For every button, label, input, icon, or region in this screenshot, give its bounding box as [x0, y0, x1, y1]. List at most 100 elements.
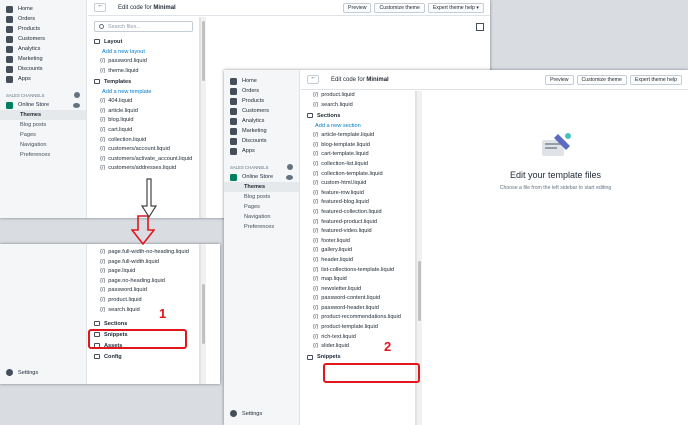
fullscreen-icon[interactable] [476, 23, 484, 31]
nav-orders[interactable]: Orders [0, 14, 86, 24]
eye-icon[interactable] [73, 102, 80, 108]
file-item[interactable]: customers/activate_account.liquid [88, 155, 199, 165]
add-layout-link[interactable]: Add a new layout [88, 47, 199, 57]
nav-blog-posts[interactable]: Blog posts [224, 192, 299, 202]
nav-navigation[interactable]: Navigation [224, 212, 299, 222]
nav-analytics[interactable]: Analytics [0, 44, 86, 54]
scroll-thumb[interactable] [418, 261, 421, 321]
file-item[interactable]: featured-blog.liquid [301, 198, 415, 208]
nav-themes[interactable]: Themes [224, 182, 299, 192]
file-item[interactable]: customers/addresses.liquid [88, 164, 199, 174]
file-item[interactable]: collection-list.liquid [301, 160, 415, 170]
add-channel-icon[interactable] [74, 92, 80, 98]
nav-pages[interactable]: Pages [0, 130, 86, 140]
folder-sections[interactable]: Sections [301, 110, 415, 121]
file-item[interactable]: customers/account.liquid [88, 145, 199, 155]
add-channel-icon[interactable] [287, 164, 293, 170]
file-item[interactable]: header.liquid [301, 256, 415, 266]
customize-theme-button[interactable]: Customize theme [374, 3, 425, 13]
file-item[interactable]: search.liquid [88, 306, 199, 316]
eye-icon[interactable] [286, 174, 293, 180]
file-item[interactable]: featured-video.liquid [301, 227, 415, 237]
nav-settings[interactable]: Settings [224, 410, 262, 417]
file-item[interactable]: page.full-width-no-heading.liquid [88, 248, 199, 258]
file-item[interactable]: password.liquid [88, 57, 199, 67]
file-scrollbar[interactable] [200, 17, 206, 218]
file-item[interactable]: featured-collection.liquid [301, 208, 415, 218]
file-item[interactable]: password.liquid [88, 286, 199, 296]
file-item[interactable]: 404.liquid [88, 97, 199, 107]
preview-button[interactable]: Preview [343, 3, 372, 13]
file-item[interactable]: product.liquid [301, 91, 415, 101]
file-item[interactable]: collection-template.liquid [301, 170, 415, 180]
nav-pages[interactable]: Pages [224, 202, 299, 212]
customize-theme-button[interactable]: Customize theme [576, 75, 627, 85]
nav-apps[interactable]: Apps [224, 146, 299, 156]
file-item[interactable]: page.full-width.liquid [88, 258, 199, 268]
nav-analytics[interactable]: Analytics [224, 116, 299, 126]
nav-marketing[interactable]: Marketing [0, 54, 86, 64]
file-item[interactable]: slider.liquid [301, 342, 415, 352]
file-search-input[interactable]: Search files... [94, 21, 193, 32]
file-item[interactable]: product-template.liquid [301, 323, 415, 333]
file-item[interactable]: article-template.liquid [301, 131, 415, 141]
nav-customers[interactable]: Customers [224, 106, 299, 116]
nav-customers[interactable]: Customers [0, 34, 86, 44]
add-template-link[interactable]: Add a new template [88, 87, 199, 97]
nav-preferences[interactable]: Preferences [0, 150, 86, 160]
nav-navigation[interactable]: Navigation [0, 140, 86, 150]
file-item[interactable]: blog-template.liquid [301, 141, 415, 151]
file-item[interactable]: theme.liquid [88, 67, 199, 77]
expert-help-button[interactable]: Expert theme help [629, 75, 682, 85]
file-scrollbar-2[interactable] [200, 244, 206, 384]
nav-themes[interactable]: Themes [0, 110, 86, 120]
back-button[interactable] [307, 74, 319, 84]
file-item[interactable]: password-header.liquid [301, 304, 415, 314]
file-item[interactable]: product.liquid [88, 296, 199, 306]
file-item[interactable]: cart.liquid [88, 126, 199, 136]
scroll-thumb[interactable] [202, 284, 205, 344]
nav-preferences[interactable]: Preferences [224, 222, 299, 232]
file-item[interactable]: footer.liquid [301, 237, 415, 247]
scroll-thumb[interactable] [202, 21, 205, 81]
nav-discounts[interactable]: Discounts [0, 64, 86, 74]
file-item[interactable]: article.liquid [88, 107, 199, 117]
preview-button[interactable]: Preview [545, 75, 574, 85]
nav-marketing[interactable]: Marketing [224, 126, 299, 136]
add-section-link[interactable]: Add a new section [301, 121, 415, 131]
nav-online-store[interactable]: Online Store [0, 100, 86, 110]
file-item[interactable]: password-content.liquid [301, 294, 415, 304]
file-item[interactable]: page.liquid [88, 267, 199, 277]
file-item[interactable]: cart-template.liquid [301, 150, 415, 160]
nav-discounts[interactable]: Discounts [224, 136, 299, 146]
nav-products[interactable]: Products [224, 96, 299, 106]
file-item[interactable]: custom-html.liquid [301, 179, 415, 189]
file-item[interactable]: map.liquid [301, 275, 415, 285]
file-item[interactable]: list-collections-template.liquid [301, 266, 415, 276]
nav-online-store[interactable]: Online Store [224, 172, 299, 182]
folder-snippets[interactable]: Snippets [301, 352, 415, 363]
file-item[interactable]: featured-product.liquid [301, 218, 415, 228]
nav-blog-posts[interactable]: Blog posts [0, 120, 86, 130]
file-item[interactable]: feature-row.liquid [301, 189, 415, 199]
nav-orders[interactable]: Orders [224, 86, 299, 96]
folder-templates[interactable]: Templates [88, 76, 199, 87]
nav-home[interactable]: Home [224, 76, 299, 86]
file-item[interactable]: page.no-heading.liquid [88, 277, 199, 287]
folder-layout[interactable]: Layout [88, 36, 199, 47]
nav-apps[interactable]: Apps [0, 74, 86, 84]
file-item[interactable]: collection.liquid [88, 136, 199, 146]
file-item[interactable]: blog.liquid [88, 116, 199, 126]
file-item[interactable]: product-recommendations.liquid [301, 313, 415, 323]
file-item[interactable]: gallery.liquid [301, 246, 415, 256]
nav-home[interactable]: Home [0, 4, 86, 14]
folder-config[interactable]: Config [88, 351, 199, 362]
expert-help-button[interactable]: Expert theme help ▾ [427, 3, 484, 13]
nav-products[interactable]: Products [0, 24, 86, 34]
folder-sections[interactable]: Sections [88, 318, 199, 329]
file-item[interactable]: search.liquid [301, 101, 415, 111]
file-item[interactable]: newsletter.liquid [301, 285, 415, 295]
nav-settings[interactable]: Settings [0, 369, 38, 376]
file-item[interactable]: rich-text.liquid [301, 333, 415, 343]
back-button[interactable] [94, 2, 106, 12]
